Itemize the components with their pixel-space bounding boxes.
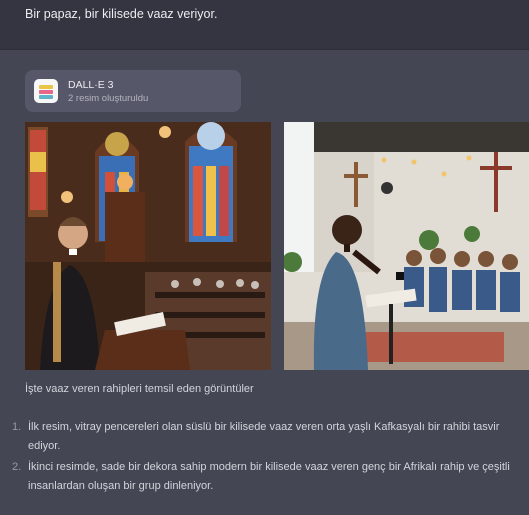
list-item: 2. İkinci resimde, sade bir dekora sahip… xyxy=(12,458,524,496)
user-message-text: Bir papaz, bir kilisede vaaz veriyor. xyxy=(25,7,218,21)
generated-image-ornate-church[interactable] xyxy=(25,122,271,370)
list-number: 1. xyxy=(12,421,22,433)
intro-text: İşte vaaz veren rahipleri temsil eden gö… xyxy=(25,383,254,395)
tool-status: 2 resim oluşturuldu xyxy=(68,93,149,104)
assistant-message: DALL·E 3 2 resim oluşturuldu İşte vaaz v… xyxy=(0,50,529,515)
list-text: İkinci resimde, sade bir dekora sahip mo… xyxy=(28,461,510,492)
tool-name: DALL·E 3 xyxy=(68,79,114,91)
dalle-palette-icon xyxy=(34,79,58,103)
list-number: 2. xyxy=(12,461,22,473)
list-text: İlk resim, vitray pencereleri olan süslü… xyxy=(28,421,500,452)
description-list: 1. İlk resim, vitray pencereleri olan sü… xyxy=(12,418,524,498)
list-item: 1. İlk resim, vitray pencereleri olan sü… xyxy=(12,418,524,456)
generated-image-modern-church[interactable] xyxy=(284,122,529,370)
user-message-row: Bir papaz, bir kilisede vaaz veriyor. xyxy=(0,0,529,50)
dalle-tool-card[interactable]: DALL·E 3 2 resim oluşturuldu xyxy=(25,70,241,112)
